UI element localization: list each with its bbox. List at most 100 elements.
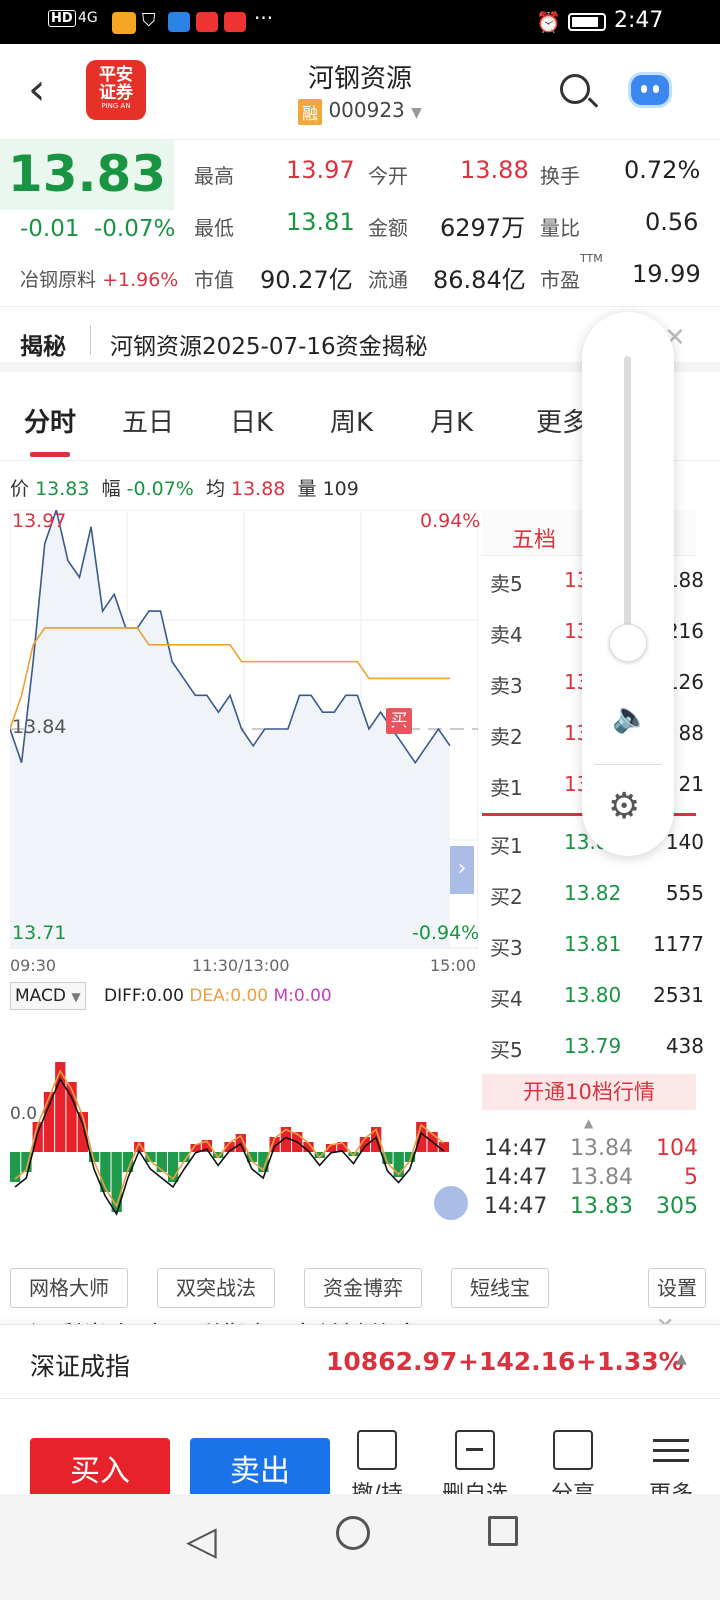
volume-panel: 🔈 ⚙ [582, 312, 674, 856]
fullscreen-icon[interactable] [434, 1186, 468, 1220]
menu-list-icon [653, 1430, 689, 1470]
level-label: 买1 [490, 834, 523, 858]
level-label: 卖2 [490, 725, 523, 749]
buy-level-3[interactable]: 买3 13.81 1177 [490, 920, 710, 970]
macd-bar [156, 1152, 167, 1172]
market-cap-value: 90.27亿 [260, 266, 353, 294]
level-label: 买4 [490, 987, 523, 1011]
sound-settings-icon[interactable]: ⚙ [608, 786, 640, 827]
tab-weekly-k[interactable]: 周K [330, 402, 373, 439]
open-10-levels-button[interactable]: 开通10档行情 [482, 1074, 696, 1110]
level-label: 买5 [490, 1038, 523, 1062]
tab-indicator [30, 452, 70, 457]
level-volume: 2531 [653, 983, 704, 1007]
tab-more[interactable]: 更多 [536, 402, 588, 439]
signal-icon: 4G [78, 10, 98, 26]
caret-up-icon: ▲ [676, 1351, 687, 1367]
robot-assistant-icon[interactable] [628, 72, 672, 108]
index-name: 深证成指 [30, 1352, 131, 1381]
nav-recents-icon[interactable] [488, 1516, 518, 1546]
time-start: 09:30 [10, 956, 57, 975]
pe-value: 19.99 [632, 260, 701, 288]
level-label: 卖3 [490, 674, 523, 698]
expand-orderbook-icon[interactable]: › [450, 846, 474, 894]
back-icon[interactable]: ‹ [28, 64, 46, 115]
double-breakout-button[interactable]: 双突战法 [157, 1268, 275, 1308]
settings-button[interactable]: 设置 [648, 1268, 706, 1308]
index-pct: +1.33% [576, 1347, 684, 1376]
more-dots-icon: ··· [254, 6, 274, 30]
level-label: 卖1 [490, 776, 523, 800]
buy-level-5[interactable]: 买5 13.79 438 [490, 1022, 710, 1072]
open-value: 13.88 [460, 156, 529, 184]
chart-ref-price: 13.84 [12, 716, 67, 738]
nav-home-icon[interactable] [336, 1516, 370, 1550]
chart-low-price: 13.71 [12, 922, 67, 944]
weather-icon [168, 12, 190, 32]
stock-code-row[interactable]: 融 000923 ▼ [200, 98, 520, 125]
last-price: 13.83 [7, 145, 167, 203]
tab-5day[interactable]: 五日 [122, 402, 174, 439]
fund-game-button[interactable]: 资金博弈 [304, 1268, 422, 1308]
speaker-icon[interactable]: 🔈 [612, 700, 649, 735]
cancel-order-icon [357, 1430, 397, 1470]
time-end: 15:00 [430, 956, 477, 975]
minus-box-icon [455, 1430, 495, 1470]
short-term-button[interactable]: 短线宝 [451, 1268, 549, 1308]
broker-logo: 平安证券 PING AN [86, 60, 146, 120]
nav-back-icon[interactable]: ◁ [186, 1518, 217, 1564]
indicator-select[interactable]: MACD ▼ [10, 982, 86, 1010]
battery-icon [568, 13, 606, 31]
level-volume: 140 [665, 830, 704, 854]
alarm-icon: ⏰ [536, 10, 561, 34]
macd-bar [43, 1092, 55, 1152]
shield-icon: ⛉ [142, 10, 156, 31]
amount-value: 6297万 [440, 214, 526, 242]
pingan-icon [196, 12, 218, 32]
level-label: 买2 [490, 885, 523, 909]
low-value: 13.81 [286, 208, 355, 236]
volume-track[interactable] [624, 356, 631, 656]
status-bar: HD 4G ⛉ ··· ⏰ 2:47 [0, 0, 720, 44]
buy-level-2[interactable]: 买2 13.82 555 [490, 869, 710, 919]
chart-low-pct: -0.94% [412, 922, 480, 944]
trade-row: 14:47 13.84 5 [484, 1165, 698, 1190]
chart-info-line: 价 13.83 幅 -0.07% 均 13.88 量 109 [10, 478, 359, 500]
float-value: 86.84亿 [433, 266, 526, 294]
search-icon[interactable] [560, 74, 599, 108]
buy-marker-dot [394, 722, 404, 732]
tab-daily-k[interactable]: 日K [230, 402, 273, 439]
macd-zero-label: 0.0 [10, 1104, 38, 1124]
tab-five-levels[interactable]: 五档 [512, 522, 556, 554]
level-volume: 1177 [653, 932, 704, 956]
level-volume: 21 [678, 772, 704, 796]
price-change-pct: -0.07% [94, 216, 176, 242]
level-volume: 438 [665, 1034, 704, 1058]
index-value: 10862.97 [326, 1347, 458, 1376]
tab-timeshare[interactable]: 分时 [24, 402, 76, 439]
price-box: 13.83 [0, 140, 174, 210]
high-value: 13.97 [286, 156, 355, 184]
caret-up-icon: ▲ [584, 1116, 594, 1130]
index-ticker[interactable]: 深证成指 10862.97 +142.16 +1.33% ▲ [0, 1324, 720, 1398]
grid-master-button[interactable]: 网格大师 [10, 1268, 128, 1308]
volume-thumb[interactable] [609, 624, 647, 662]
share-icon [553, 1430, 593, 1470]
level-price: 13.82 [564, 881, 622, 905]
system-nav-bar: ◁ [0, 1494, 720, 1600]
level-price: 13.79 [564, 1034, 622, 1058]
level-label: 卖4 [490, 623, 523, 647]
tab-monthly-k[interactable]: 月K [430, 402, 473, 439]
chevron-down-icon: ▼ [71, 990, 81, 1004]
macd-chart[interactable] [10, 1012, 478, 1232]
level-price: 13.81 [564, 932, 622, 956]
clock: 2:47 [614, 8, 664, 33]
sector-row[interactable]: 冶钢原料 +1.96% [20, 265, 178, 292]
stock-name: 河钢资源 [307, 64, 412, 94]
chart-high-pct: 0.94% [420, 510, 481, 532]
buy-level-4[interactable]: 买4 13.80 2531 [490, 971, 710, 1021]
index-change: +142.16 [458, 1347, 576, 1376]
chart-high-price: 13.97 [12, 510, 67, 532]
chevron-down-icon: ▼ [411, 105, 422, 121]
trade-row: 14:47 13.83 305 [484, 1194, 698, 1219]
